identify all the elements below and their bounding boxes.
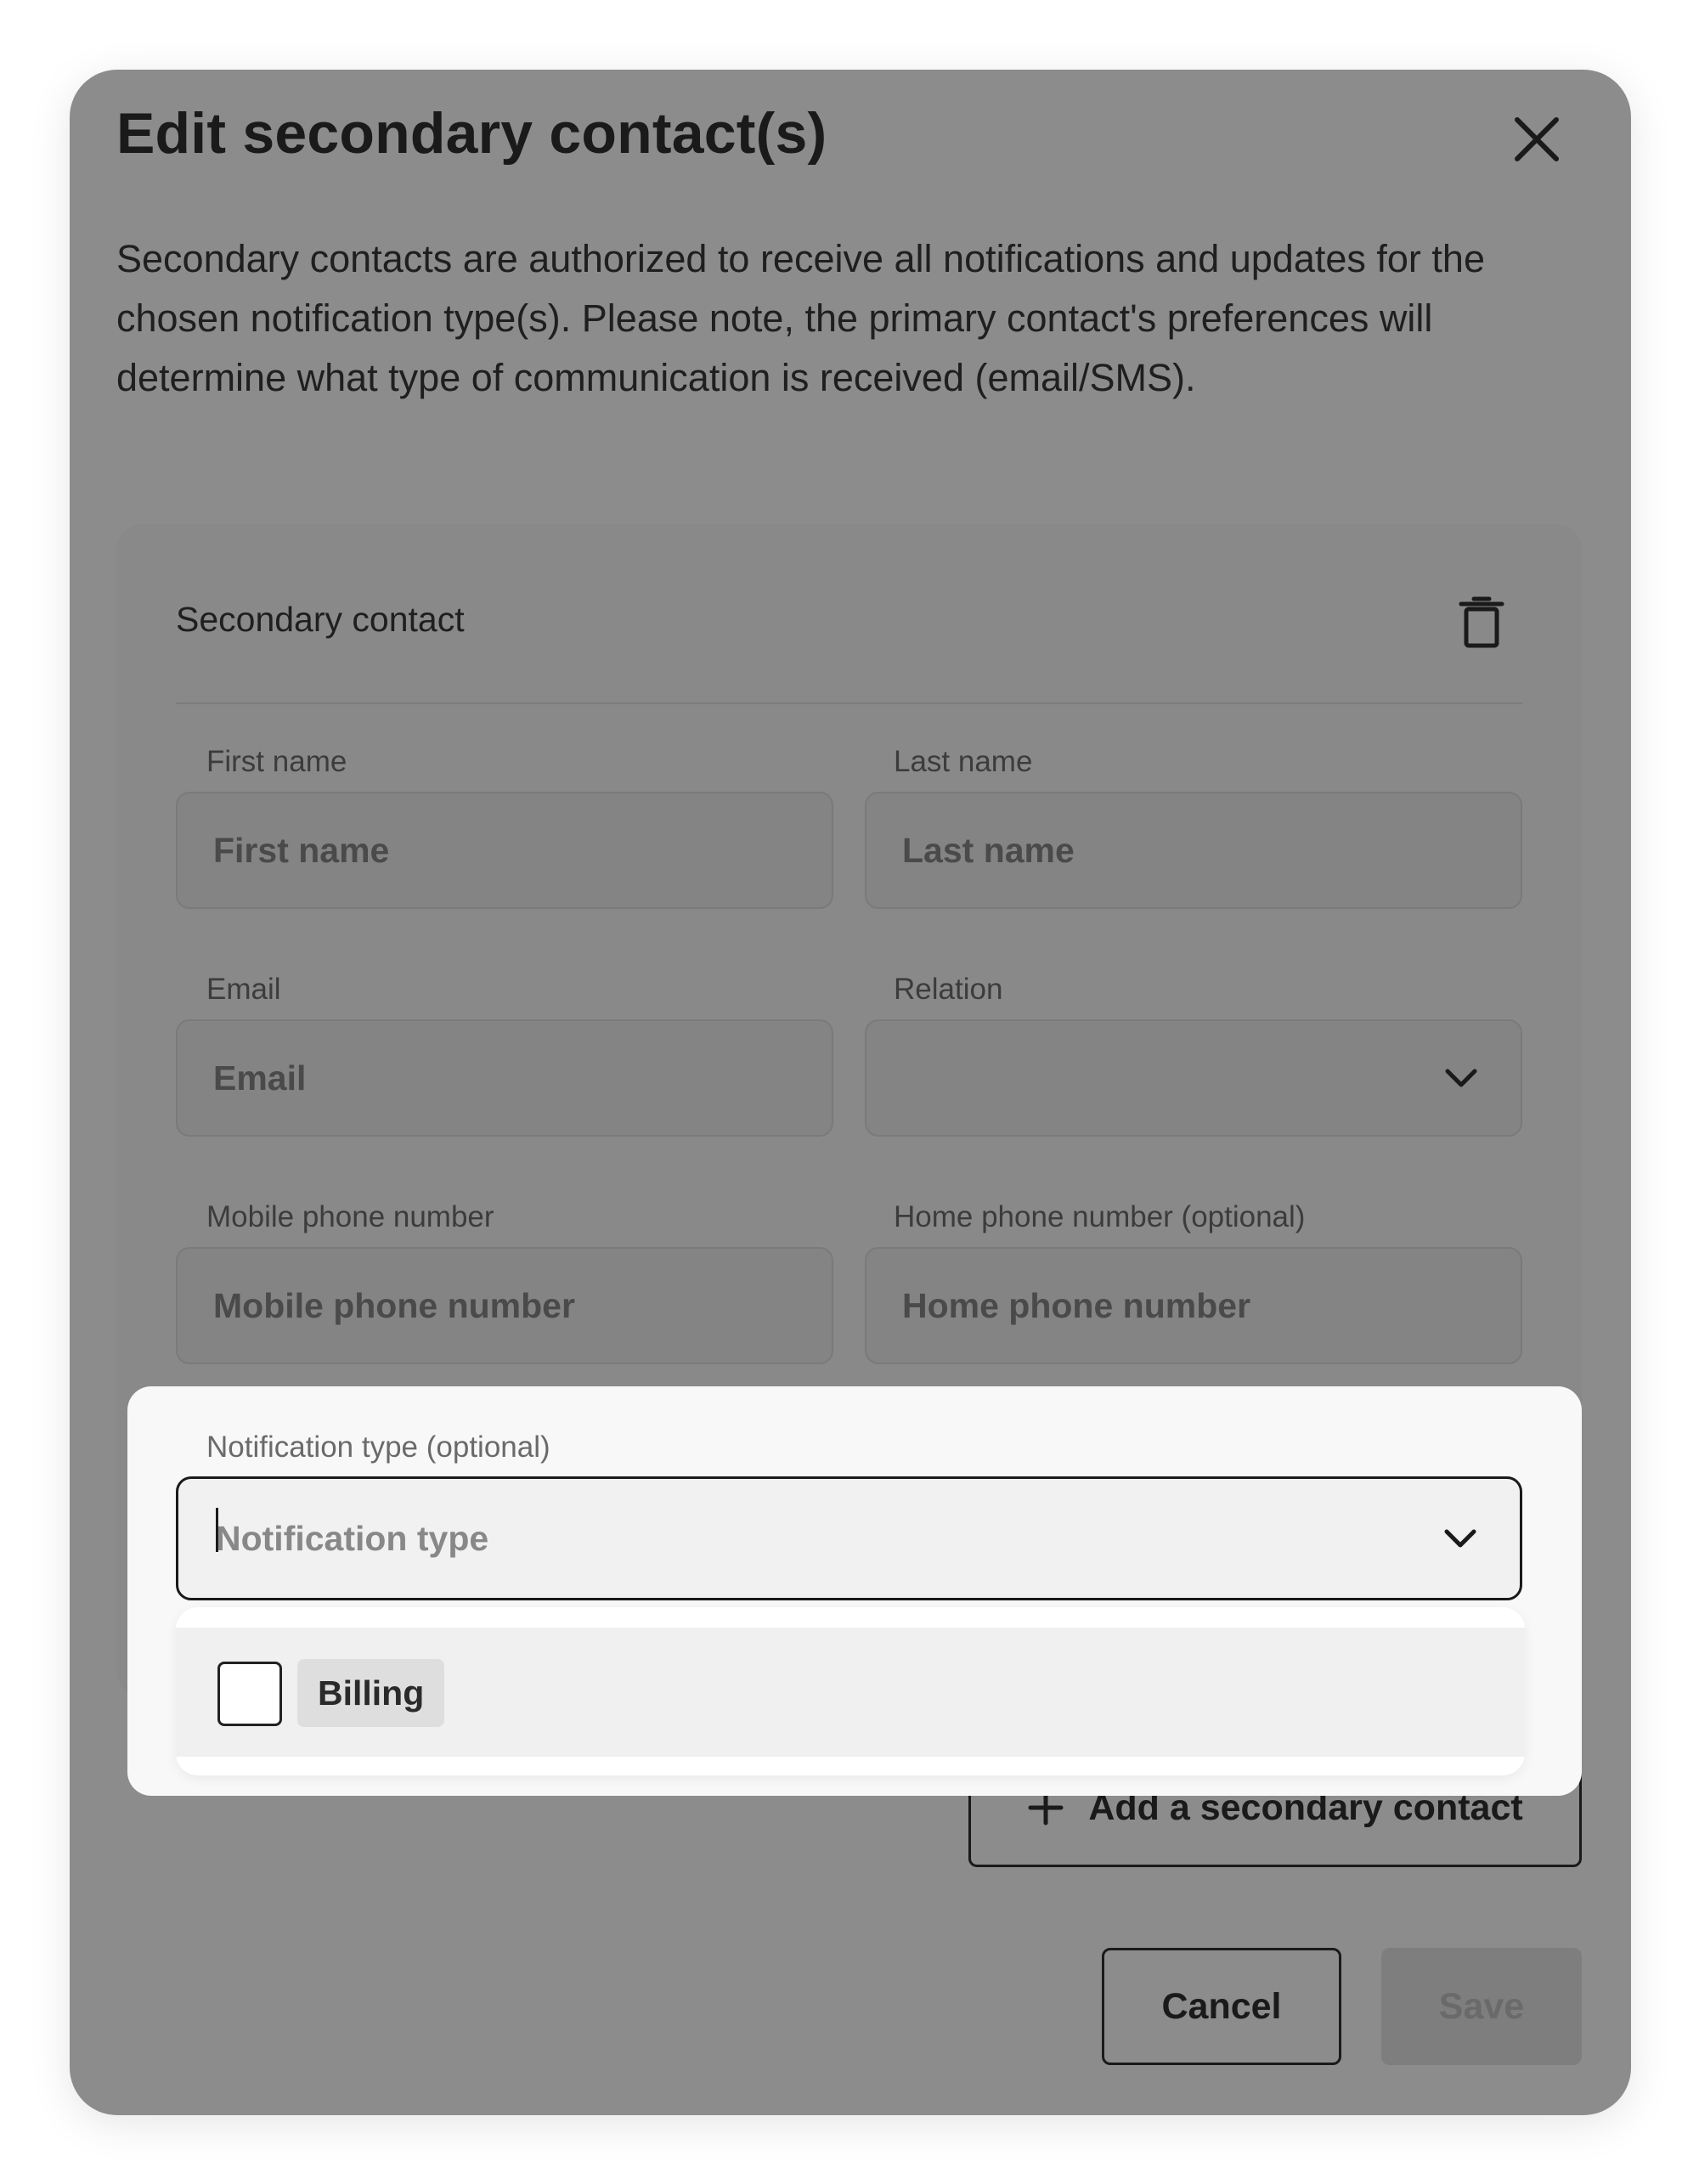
billing-option-label: Billing — [297, 1659, 445, 1727]
trash-icon — [1459, 596, 1504, 648]
home-phone-placeholder: Home phone number — [902, 1285, 1251, 1325]
email-input[interactable]: Email — [176, 1019, 833, 1137]
chevron-down-icon — [1443, 1528, 1477, 1549]
cancel-button[interactable]: Cancel — [1102, 1948, 1341, 2065]
delete-contact-button[interactable] — [1458, 596, 1505, 649]
notification-type-label: Notification type (optional) — [206, 1431, 550, 1464]
relation-label: Relation — [894, 973, 1003, 1006]
mobile-phone-placeholder: Mobile phone number — [213, 1285, 575, 1325]
first-name-placeholder: First name — [213, 830, 390, 870]
first-name-input[interactable]: First name — [176, 792, 833, 909]
close-icon — [1515, 117, 1559, 161]
notification-type-select[interactable]: Notification type — [176, 1476, 1522, 1600]
home-phone-input[interactable]: Home phone number — [865, 1247, 1522, 1364]
email-placeholder: Email — [213, 1058, 307, 1098]
last-name-label: Last name — [894, 745, 1033, 778]
secondary-contact-title: Secondary contact — [176, 600, 465, 639]
first-name-label: First name — [206, 745, 347, 778]
home-phone-label: Home phone number (optional) — [894, 1200, 1306, 1233]
dialog-title: Edit secondary contact(s) — [116, 101, 827, 166]
last-name-placeholder: Last name — [902, 830, 1075, 870]
text-cursor — [216, 1508, 218, 1552]
close-button[interactable] — [1509, 111, 1565, 167]
mobile-phone-label: Mobile phone number — [206, 1200, 494, 1233]
save-button[interactable]: Save — [1381, 1948, 1582, 2065]
billing-checkbox[interactable] — [217, 1662, 282, 1726]
dialog-description: Secondary contacts are authorized to rec… — [116, 237, 1485, 399]
notification-type-dropdown: Billing — [176, 1607, 1525, 1775]
notification-option-billing[interactable]: Billing — [176, 1628, 1525, 1757]
card-divider — [176, 703, 1522, 704]
relation-select[interactable] — [865, 1019, 1522, 1137]
mobile-phone-input[interactable]: Mobile phone number — [176, 1247, 833, 1364]
notification-type-placeholder: Notification type — [216, 1518, 489, 1558]
last-name-input[interactable]: Last name — [865, 792, 1522, 909]
chevron-down-icon — [1444, 1068, 1478, 1088]
email-label: Email — [206, 973, 281, 1006]
